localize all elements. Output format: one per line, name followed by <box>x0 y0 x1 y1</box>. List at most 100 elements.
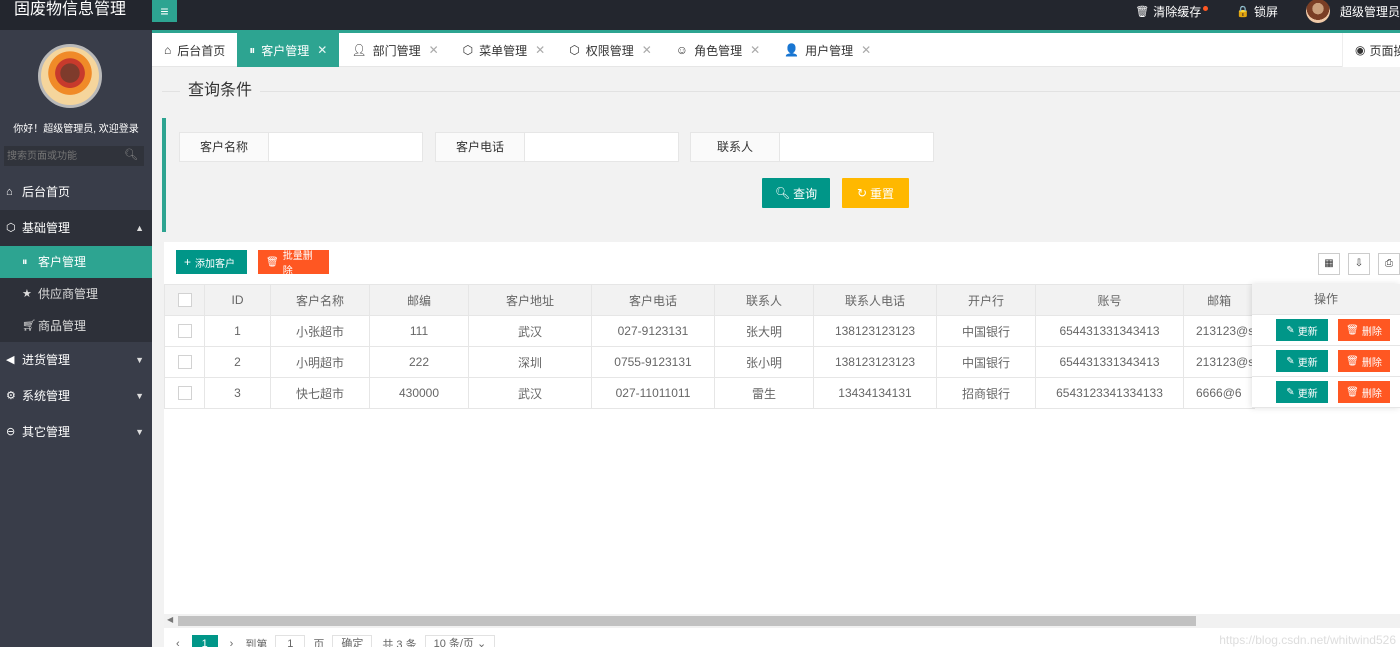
close-icon[interactable]: ✕ <box>535 43 545 57</box>
tab-departments[interactable]: 👤︎ 部门管理 ✕ <box>339 33 450 67</box>
page-operations-label: 页面操作 <box>1369 43 1400 58</box>
edit-button[interactable]: ✎ 更新 <box>1276 381 1328 403</box>
sidebar-item-customers[interactable]: ⏸ 客户管理 <box>0 246 152 278</box>
tab-roles[interactable]: ☺ 角色管理 ✕ <box>664 33 772 67</box>
table-cell: 武汉 <box>468 377 592 409</box>
select-all-checkbox[interactable] <box>177 293 192 308</box>
tab-menus[interactable]: ⬡ 菜单管理 ✕ <box>451 33 558 67</box>
page-operations-button[interactable]: ◉ 页面操作 <box>1342 33 1400 67</box>
top-header: 固废物信息管理 ≡ 🗑 清除缓存 🔒 锁屏 超级管理员 <box>0 0 1400 30</box>
operations-row: ✎ 更新 🗑 删除 <box>1252 346 1400 377</box>
table-row[interactable]: 2 小明超市 222 深圳 0755-9123131 张小明 138123123… <box>164 346 1256 378</box>
delete-button[interactable]: 🗑 删除 <box>1338 319 1390 341</box>
current-page[interactable]: 1 <box>191 635 218 647</box>
column-header[interactable]: 开户行 <box>936 284 1036 316</box>
sidebar: 你好！超级管理员, 欢迎登录 🔍︎ ⌂ 后台首页 ⬡ 基础管理 ▲ ⏸ 客户管理… <box>0 30 152 647</box>
pause-circle-icon: ⏸ <box>22 256 28 268</box>
page-size-select[interactable]: 10 条/页 ⌄ <box>424 635 496 647</box>
column-header[interactable]: ID <box>204 284 271 316</box>
export-icon[interactable]: ⇩ <box>1348 253 1370 275</box>
columns-filter-icon[interactable]: ▦ <box>1318 253 1340 275</box>
trash-icon: 🗑 <box>1135 5 1150 18</box>
user-menu[interactable]: 超级管理员 <box>1305 0 1400 23</box>
print-icon[interactable]: ⎙ <box>1378 253 1400 275</box>
home-icon: ⌂ <box>164 43 172 57</box>
edit-button[interactable]: ✎ 更新 <box>1276 350 1328 372</box>
delete-button[interactable]: 🗑 删除 <box>1338 381 1390 403</box>
edit-label: 更新 <box>1297 326 1318 338</box>
close-icon[interactable]: ✕ <box>429 43 439 57</box>
star-icon: ★ <box>22 288 32 300</box>
scrollbar-thumb[interactable] <box>178 616 1196 626</box>
legend-divider <box>162 91 1400 92</box>
edit-label: 更新 <box>1297 357 1318 369</box>
add-customer-button[interactable]: + 添加客户 <box>176 250 247 274</box>
batch-delete-button[interactable]: 🗑 批量删除 <box>258 250 329 277</box>
horizontal-scrollbar[interactable]: ◀ <box>164 614 1400 628</box>
column-header[interactable]: 邮箱 <box>1182 284 1256 316</box>
next-page-icon[interactable]: › <box>230 638 234 647</box>
prev-page-icon[interactable]: ‹ <box>176 638 180 647</box>
delete-label: 删除 <box>1361 388 1382 400</box>
sidebar-search-input[interactable] <box>4 146 144 166</box>
tab-users[interactable]: 👤 用户管理 ✕ <box>772 33 883 67</box>
tab-customers[interactable]: ⏸ 客户管理 ✕ <box>237 33 340 67</box>
tab-permissions[interactable]: ⬡ 权限管理 ✕ <box>557 33 664 67</box>
column-header[interactable]: 客户地址 <box>468 284 592 316</box>
row-checkbox[interactable] <box>177 355 192 370</box>
search-icon[interactable]: 🔍︎ <box>124 148 138 161</box>
sidebar-nav: ⌂ 后台首页 ⬡ 基础管理 ▲ ⏸ 客户管理 ★ 供应商管理 🛒︎ 商品管理 ◀… <box>0 174 152 450</box>
sidebar-item-other[interactable]: ⊖ 其它管理 ▼ <box>0 414 152 450</box>
table-cell: 小张超市 <box>270 315 370 347</box>
table-cell: 快七超市 <box>270 377 370 409</box>
pagination: ‹ 1 › 到第 1 页 确定 共 3 条 10 条/页 ⌄ <box>164 634 1400 647</box>
table-row[interactable]: 1 小张超市 111 武汉 027-9123131 张大明 1381231231… <box>164 315 1256 347</box>
sidebar-item-system[interactable]: ⚙ 系统管理 ▼ <box>0 378 152 414</box>
sidebar-item-goods[interactable]: 🛒︎ 商品管理 <box>0 310 152 342</box>
close-icon[interactable]: ✕ <box>317 43 327 57</box>
column-header[interactable]: 联系人 <box>714 284 814 316</box>
reset-button[interactable]: ↻ 重置 <box>842 178 909 208</box>
search-button[interactable]: 🔍︎ 查询 <box>762 178 830 208</box>
clear-cache-button[interactable]: 🗑 清除缓存 <box>1135 3 1209 20</box>
customer-phone-label: 客户电话 <box>435 132 525 162</box>
table-row[interactable]: 3 快七超市 430000 武汉 027-11011011 雷生 1343413… <box>164 377 1256 409</box>
goto-page-input[interactable]: 1 <box>275 635 306 647</box>
column-header[interactable]: 联系人电话 <box>813 284 937 316</box>
customer-phone-input[interactable] <box>525 132 679 162</box>
customer-phone-field: 客户电话 <box>435 132 679 162</box>
confirm-page-button[interactable]: 确定 <box>332 635 373 647</box>
sidebar-item-basic[interactable]: ⬡ 基础管理 ▲ <box>0 210 152 246</box>
customer-name-input[interactable] <box>269 132 423 162</box>
row-checkbox[interactable] <box>177 324 192 339</box>
column-header[interactable]: 客户名称 <box>270 284 370 316</box>
close-icon[interactable]: ✕ <box>750 43 760 57</box>
menu-toggle-button[interactable]: ≡ <box>152 0 177 22</box>
delete-button[interactable]: 🗑 删除 <box>1338 350 1390 372</box>
sidebar-item-suppliers[interactable]: ★ 供应商管理 <box>0 278 152 310</box>
table-cell: 张小明 <box>714 346 814 378</box>
contact-input[interactable] <box>780 132 934 162</box>
table-cell: 小明超市 <box>270 346 370 378</box>
column-header[interactable]: 账号 <box>1035 284 1184 316</box>
close-icon[interactable]: ✕ <box>861 43 871 57</box>
customer-table: ID 客户名称 邮编 客户地址 客户电话 联系人 联系人电话 开户行 账号 邮箱… <box>164 284 1256 409</box>
row-checkbox[interactable] <box>177 386 192 401</box>
sidebar-item-home[interactable]: ⌂ 后台首页 <box>0 174 152 210</box>
smile-icon: ☺ <box>675 43 689 57</box>
contact-label: 联系人 <box>690 132 780 162</box>
sidebar-item-purchase[interactable]: ◀ 进货管理 ▼ <box>0 342 152 378</box>
column-header[interactable]: 邮编 <box>369 284 469 316</box>
tab-home[interactable]: ⌂ 后台首页 <box>152 33 237 67</box>
scroll-left-arrow-icon[interactable]: ◀ <box>167 615 173 624</box>
table-cell: 138123123123 <box>813 315 937 347</box>
table-cell: 中国银行 <box>936 346 1036 378</box>
delete-label: 删除 <box>1361 326 1382 338</box>
edit-button[interactable]: ✎ 更新 <box>1276 319 1328 341</box>
notification-dot <box>1203 5 1209 11</box>
close-icon[interactable]: ✕ <box>642 43 652 57</box>
lock-screen-button[interactable]: 🔒 锁屏 <box>1236 3 1278 20</box>
add-customer-label: 添加客户 <box>195 258 236 270</box>
home-icon: ⌂ <box>6 186 13 198</box>
column-header[interactable]: 客户电话 <box>591 284 715 316</box>
